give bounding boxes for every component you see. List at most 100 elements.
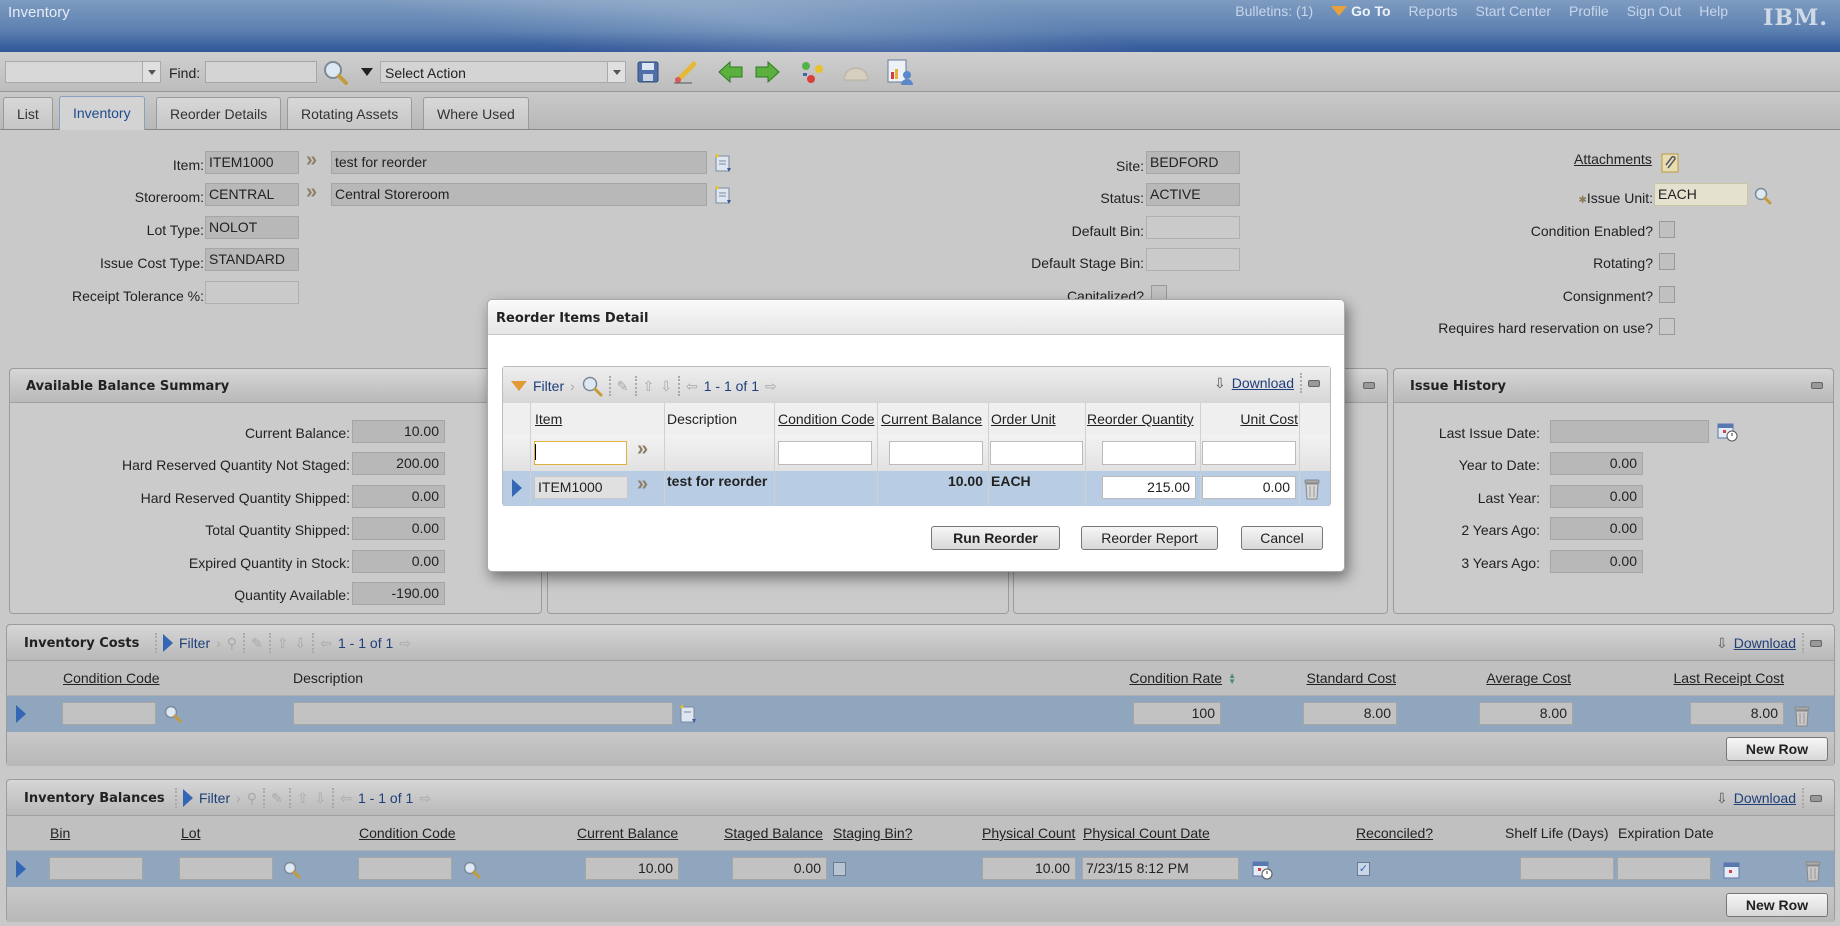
long-description-icon[interactable] — [678, 703, 698, 725]
row-expand-icon[interactable] — [512, 479, 522, 497]
reorder-report-button[interactable]: Reorder Report — [1081, 526, 1218, 550]
cancel-button[interactable]: Cancel — [1241, 526, 1323, 550]
item-filter-input[interactable] — [534, 441, 627, 465]
filter-link[interactable]: Filter — [179, 635, 210, 651]
sort-icon[interactable]: ▲ ▼ — [1228, 672, 1236, 686]
attachments-icon[interactable] — [1660, 152, 1682, 174]
find-input[interactable] — [205, 61, 317, 83]
start-center-link[interactable]: Start Center — [1476, 3, 1551, 19]
column-header-condition-rate[interactable]: Condition Rate — [1129, 670, 1222, 686]
download-link[interactable]: Download — [1232, 375, 1294, 391]
column-header-item[interactable]: Item — [535, 411, 562, 427]
expiration-date-field[interactable] — [1617, 857, 1711, 880]
clear-changes-icon[interactable] — [672, 60, 698, 84]
filter-link[interactable]: Filter — [199, 790, 230, 806]
filter-link[interactable]: Filter — [533, 378, 564, 394]
shelf-life-field[interactable] — [1520, 857, 1614, 880]
condition-code-field[interactable] — [62, 702, 156, 725]
long-description-icon[interactable] — [713, 152, 733, 174]
row-expand-icon[interactable] — [16, 860, 26, 878]
column-header-standard-cost[interactable]: Standard Cost — [1307, 670, 1397, 686]
download-icon[interactable]: ⇩ — [1214, 375, 1226, 392]
download-link[interactable]: Download — [1734, 635, 1796, 651]
delete-row-icon[interactable] — [1301, 475, 1323, 501]
unit-cost-input[interactable]: 0.00 — [1202, 476, 1296, 499]
staging-bin-checkbox[interactable] — [833, 862, 846, 876]
delete-row-icon[interactable] — [1802, 857, 1824, 883]
new-row-button[interactable]: New Row — [1726, 893, 1828, 917]
attachments-link[interactable]: Attachments — [1574, 151, 1652, 167]
saved-query-select[interactable] — [5, 61, 161, 83]
tab-reorder-details[interactable]: Reorder Details — [156, 97, 282, 129]
calendar-clock-icon[interactable] — [1251, 858, 1275, 882]
column-header-condition-code[interactable]: Condition Code — [63, 670, 160, 686]
tab-rotating-assets[interactable]: Rotating Assets — [287, 97, 413, 129]
default-stage-bin-field[interactable] — [1146, 248, 1240, 271]
long-description-icon[interactable] — [713, 184, 733, 206]
save-icon[interactable] — [636, 60, 660, 84]
description-field[interactable] — [293, 702, 673, 725]
order-unit-filter-input[interactable] — [990, 441, 1083, 465]
column-header-reorder-quantity[interactable]: Reorder Quantity — [1087, 411, 1194, 427]
download-link[interactable]: Download — [1734, 790, 1796, 806]
column-header-order-unit[interactable]: Order Unit — [991, 411, 1056, 427]
tab-where-used[interactable]: Where Used — [423, 97, 529, 129]
current-balance-filter-input[interactable] — [889, 441, 983, 465]
unit-cost-filter-input[interactable] — [1202, 441, 1296, 465]
view-history-icon[interactable] — [842, 60, 870, 84]
column-header-current-balance[interactable]: Current Balance — [881, 411, 982, 427]
tab-inventory[interactable]: Inventory — [59, 96, 145, 130]
reconciled-checkbox-checked[interactable]: ✓ — [1357, 862, 1370, 876]
select-action-dropdown[interactable]: Select Action — [380, 61, 626, 83]
column-header-staged-balance[interactable]: Staged Balance — [724, 825, 823, 841]
item-detail-menu-icon[interactable]: » — [637, 438, 648, 461]
physical-count-date-field[interactable]: 7/23/15 8:12 PM — [1082, 857, 1239, 880]
condition-enabled-checkbox[interactable] — [1659, 221, 1675, 238]
search-icon[interactable] — [282, 860, 302, 880]
download-icon[interactable]: ⇩ — [1716, 635, 1728, 652]
column-header-staging-bin[interactable]: Staging Bin? — [833, 825, 912, 841]
table-row[interactable]: ITEM1000 » test for reorder 10.00 EACH 2… — [503, 471, 1330, 506]
item-detail-menu-icon[interactable]: » — [637, 473, 648, 496]
reorder-quantity-input[interactable]: 215.00 — [1102, 476, 1196, 499]
minimize-icon[interactable] — [1810, 794, 1822, 802]
column-header-unit-cost[interactable]: Unit Cost — [1240, 411, 1298, 427]
column-header-reconciled[interactable]: Reconciled? — [1356, 825, 1433, 841]
table-row[interactable]: 10.00 0.00 10.00 7/23/15 8:12 PM ✓ — [7, 851, 1834, 887]
goto-menu[interactable]: Go To — [1331, 3, 1391, 19]
reorder-quantity-filter-input[interactable] — [1102, 441, 1196, 465]
bulletins-link[interactable]: Bulletins: (1) — [1235, 3, 1313, 19]
rotating-checkbox[interactable] — [1659, 253, 1675, 270]
search-icon[interactable] — [322, 59, 348, 85]
filter-collapse-icon[interactable] — [511, 381, 527, 391]
run-reorder-button[interactable]: Run Reorder — [931, 526, 1060, 550]
column-header-condition-code[interactable]: Condition Code — [778, 411, 875, 427]
help-link[interactable]: Help — [1699, 3, 1728, 19]
column-header-physical-count-date[interactable]: Physical Count Date — [1083, 825, 1210, 841]
column-header-condition-code[interactable]: Condition Code — [359, 825, 456, 841]
column-header-physical-count[interactable]: Physical Count — [982, 825, 1075, 841]
table-row[interactable]: 100 8.00 8.00 8.00 — [7, 696, 1834, 732]
row-expand-icon[interactable] — [16, 705, 26, 723]
run-reports-icon[interactable] — [886, 58, 914, 86]
previous-record-icon[interactable] — [718, 60, 744, 84]
column-header-average-cost[interactable]: Average Cost — [1486, 670, 1571, 686]
filter-expand-icon[interactable] — [183, 789, 193, 807]
receipt-tolerance-field[interactable] — [205, 281, 299, 304]
column-header-lot[interactable]: Lot — [181, 825, 200, 841]
bin-field[interactable] — [49, 857, 143, 880]
minimize-icon[interactable] — [1811, 382, 1823, 389]
download-icon[interactable]: ⇩ — [1716, 790, 1728, 807]
item-detail-menu-icon[interactable]: » — [306, 149, 317, 172]
storeroom-detail-menu-icon[interactable]: » — [306, 181, 317, 204]
consignment-checkbox[interactable] — [1659, 286, 1675, 303]
search-icon[interactable] — [462, 860, 482, 880]
workflow-icon[interactable] — [800, 60, 826, 84]
issue-unit-field[interactable]: EACH — [1654, 183, 1748, 206]
reports-link[interactable]: Reports — [1409, 3, 1458, 19]
minimize-icon[interactable] — [1810, 639, 1822, 647]
default-bin-field[interactable] — [1146, 216, 1240, 239]
column-header-bin[interactable]: Bin — [50, 825, 70, 841]
column-header-current-balance[interactable]: Current Balance — [577, 825, 678, 841]
minimize-icon[interactable] — [1363, 382, 1375, 389]
